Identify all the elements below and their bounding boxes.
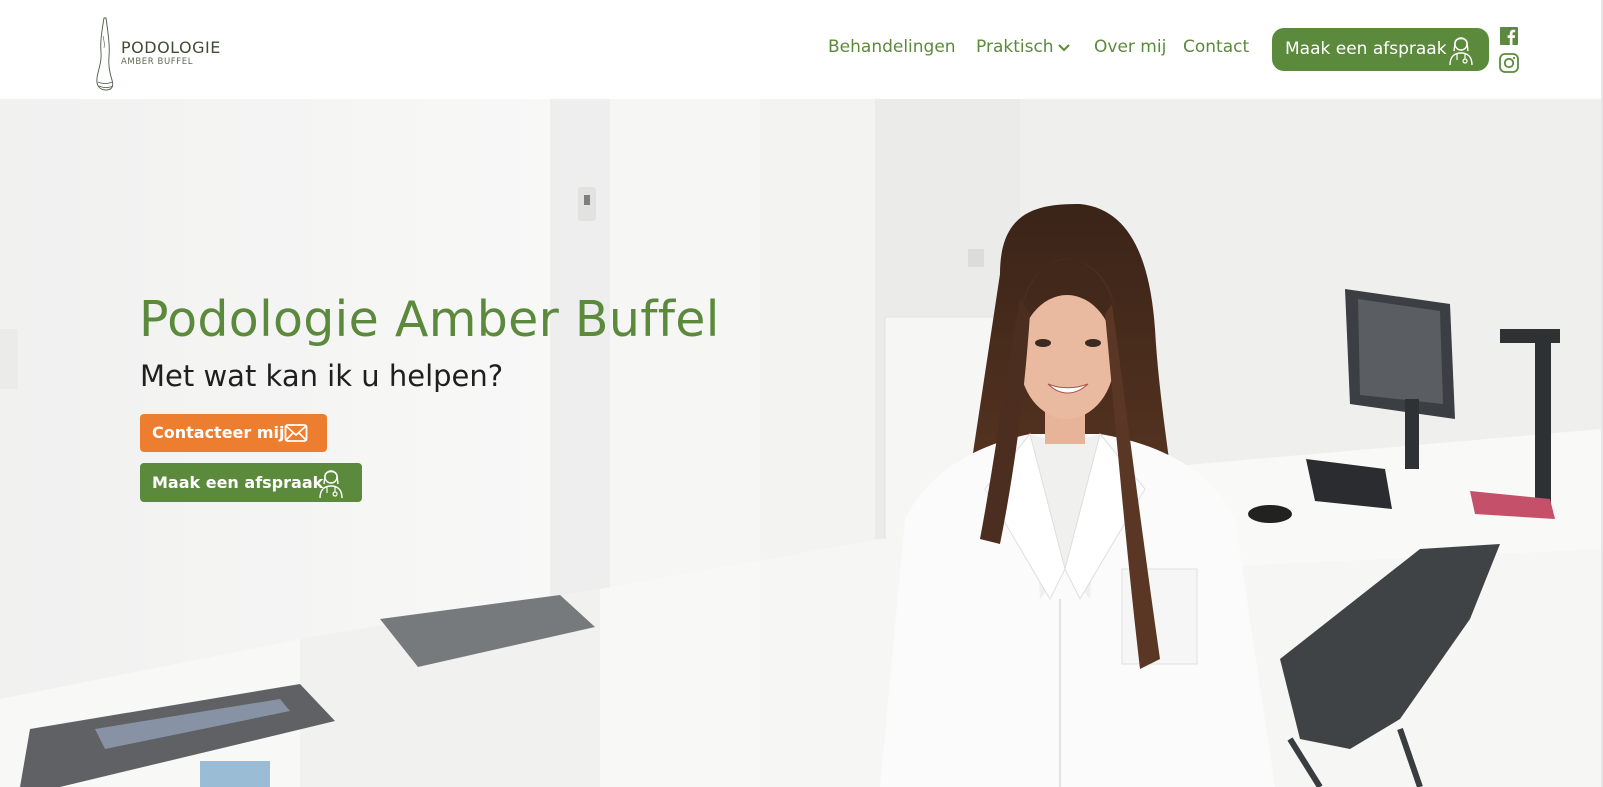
nav-item-contact[interactable]: Contact xyxy=(1183,37,1249,57)
appointment-button[interactable]: Maak een afspraak xyxy=(140,463,362,502)
header-appointment-button[interactable]: Maak een afspraak xyxy=(1272,28,1489,71)
site-header: PODOLOGIE AMBER BUFFEL Behandelingen Pra… xyxy=(0,0,1603,99)
facebook-icon[interactable] xyxy=(1500,27,1518,45)
chevron-down-icon[interactable] xyxy=(1057,43,1071,53)
contact-button[interactable]: Contacteer mij xyxy=(140,414,327,452)
appointment-button-label: Maak een afspraak xyxy=(152,473,324,492)
mail-icon xyxy=(284,424,308,442)
hero-title: Podologie Amber Buffel xyxy=(139,291,720,348)
nav-item-praktisch[interactable]: Praktisch xyxy=(976,37,1054,57)
doctor-icon xyxy=(1449,37,1473,66)
contact-button-label: Contacteer mij xyxy=(152,423,285,442)
hero-section: Podologie Amber Buffel Met wat kan ik u … xyxy=(0,99,1601,787)
nav-item-behandelingen[interactable]: Behandelingen xyxy=(828,37,956,57)
doctor-icon xyxy=(319,470,343,499)
nav-item-over-mij[interactable]: Over mij xyxy=(1094,37,1166,57)
instagram-icon[interactable] xyxy=(1499,53,1519,73)
header-appointment-label: Maak een afspraak xyxy=(1285,39,1447,59)
hero-subtitle: Met wat kan ik u helpen? xyxy=(140,359,504,393)
